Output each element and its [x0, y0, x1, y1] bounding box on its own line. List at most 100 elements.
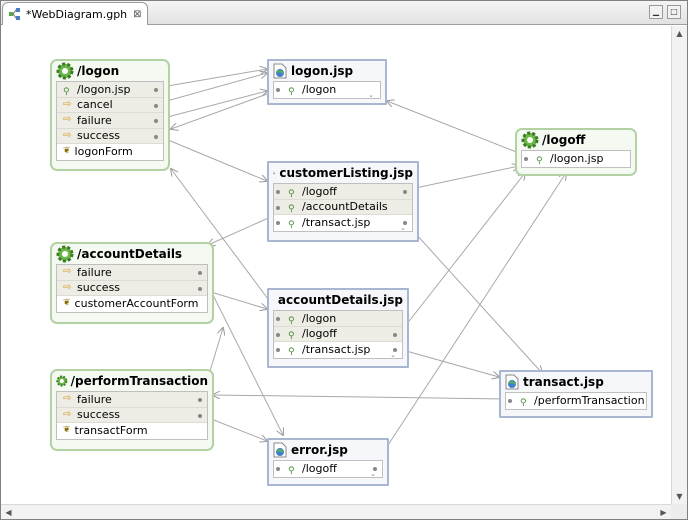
action-header: /accountDetails: [56, 244, 208, 264]
forward-row[interactable]: ⇨ cancel: [57, 97, 163, 113]
forward-arrow-icon: ⇨: [63, 281, 72, 293]
editor-tab-bar: *WebDiagram.gph ⊠ ▁ □: [1, 1, 687, 25]
forward-row[interactable]: ⇨ failure: [57, 392, 207, 408]
page-header: accountDetails.jsp: [273, 290, 403, 310]
minimize-button[interactable]: ▁: [649, 5, 663, 19]
connector-dot: [276, 348, 280, 352]
page-accountdetails-jsp[interactable]: accountDetails.jsp ⚲ /logon ⚲ /logoff ⚲ /tr…: [267, 288, 409, 368]
forward-arrow-icon: ⇨: [63, 114, 72, 126]
link-row[interactable]: ⚲ /logon: [274, 82, 380, 98]
chevron-down-icon[interactable]: ⌄: [390, 351, 396, 359]
link-row[interactable]: ⚲ /logoff: [274, 326, 402, 342]
row-label: success: [77, 129, 121, 143]
form-bean-icon: ❦: [63, 298, 71, 309]
forward-row[interactable]: ⇨ success: [57, 407, 207, 423]
web-page-icon: [273, 63, 287, 79]
row-label: failure: [77, 113, 112, 127]
action-performtransaction[interactable]: /performTransaction ⇨ failure ⇨ success ❦ t…: [50, 369, 214, 451]
page-customerlisting-jsp[interactable]: customerListing.jsp ⚲ /logoff ⚲ /accountDe…: [267, 161, 419, 242]
page-transact-jsp[interactable]: transact.jsp ⚲ /performTransaction: [499, 370, 653, 418]
connector-dot: [276, 221, 280, 225]
row-label: logonForm: [74, 145, 133, 159]
connector-dot: [154, 103, 158, 108]
diagram-editor: *WebDiagram.gph ⊠ ▁ □ /logon ⚲ /logon.js…: [0, 0, 688, 520]
connector-dot: [198, 398, 202, 402]
forward-row[interactable]: ⇨ success: [57, 128, 163, 144]
connector-dot: [508, 399, 512, 403]
row-label: /accountDetails: [302, 200, 388, 214]
scroll-left-icon[interactable]: ◀: [1, 505, 16, 520]
action-accountdetails[interactable]: /accountDetails ⇨ failure ⇨ success ❦ custo…: [50, 242, 214, 324]
horizontal-scrollbar[interactable]: ◀ ▶: [1, 504, 671, 519]
page-error-jsp[interactable]: error.jsp ⚲ /logoff ⌄: [267, 438, 389, 486]
action-logon[interactable]: /logon ⚲ /logon.jsp ⇨ cancel ⇨ failure ⇨ suc…: [50, 59, 170, 171]
connector-dot: [198, 413, 202, 418]
forward-row[interactable]: ⇨ failure: [57, 113, 163, 129]
gear-icon: [56, 62, 74, 80]
scroll-down-icon[interactable]: ▼: [672, 489, 687, 504]
link-row[interactable]: ⚲ /accountDetails: [274, 199, 412, 215]
action-title: /logon: [77, 64, 120, 78]
web-page-icon: [273, 171, 276, 175]
forward-arrow-icon: ⇨: [63, 393, 72, 405]
chevron-down-icon[interactable]: ⌄: [368, 91, 374, 99]
gear-icon: [521, 131, 539, 149]
link-row[interactable]: ⚲ /performTransaction: [506, 393, 646, 409]
forward-arrow-icon: ⇨: [63, 129, 72, 141]
link-row[interactable]: ⚲ /transact.jsp: [274, 342, 402, 358]
page-logon-jsp[interactable]: logon.jsp ⚲ /logon ⌄: [267, 59, 387, 105]
chevron-down-icon[interactable]: ⌄: [370, 470, 376, 478]
web-page-icon: [273, 442, 287, 458]
page-body: ⚲ /logoff ⚲ /accountDetails ⚲ /transact.jsp…: [273, 183, 413, 232]
row-label: failure: [77, 392, 112, 406]
connector-dot: [276, 467, 280, 471]
connector-dot: [276, 317, 280, 321]
row-label: cancel: [77, 98, 113, 112]
scroll-right-icon[interactable]: ▶: [656, 505, 671, 520]
wire-cust-logoff: [405, 166, 519, 191]
wire-transact-perform: [213, 395, 507, 400]
action-title: /logoff: [542, 133, 586, 147]
gear-icon: [56, 375, 68, 387]
connector-dot: [154, 119, 158, 123]
form-bean-row[interactable]: ❦ transactForm: [57, 423, 207, 439]
action-body: ⇨ failure ⇨ success ❦ customerAccountForm: [56, 264, 208, 313]
link-row[interactable]: ⚲ /transact.jsp: [274, 215, 412, 231]
link-row[interactable]: ⚲ /logon: [274, 311, 402, 327]
page-title: accountDetails.jsp: [277, 293, 403, 307]
chevron-down-icon[interactable]: ⌄: [400, 224, 406, 232]
close-tab-icon[interactable]: ⊠: [133, 9, 141, 20]
link-row[interactable]: ⚲ /logoff: [274, 184, 412, 200]
web-page-icon: [273, 299, 274, 301]
row-label: /logon.jsp: [77, 82, 131, 96]
wire-logon-cancel: [155, 73, 267, 105]
wire-adjsp-transact: [398, 348, 499, 377]
connector-dot: [393, 332, 397, 337]
action-title: /accountDetails: [77, 247, 183, 261]
vertical-scrollbar[interactable]: ▲ ▼: [671, 26, 687, 504]
link-icon: ⚲: [288, 347, 295, 358]
forward-row[interactable]: ⇨ failure: [57, 265, 207, 281]
tab-webdiagram[interactable]: *WebDiagram.gph ⊠: [2, 2, 148, 25]
action-logoff[interactable]: /logoff ⚲ /logon.jsp: [515, 128, 637, 176]
form-bean-row[interactable]: ❦ logonForm: [57, 144, 163, 160]
link-row[interactable]: ⚲ /logoff: [274, 461, 382, 477]
link-icon: ⚲: [520, 398, 527, 409]
forward-arrow-icon: ⇨: [63, 98, 72, 110]
connector-dot: [198, 286, 202, 291]
link-row[interactable]: ⚲ /logon.jsp: [57, 82, 163, 98]
row-label: /performTransaction: [534, 394, 645, 408]
page-title: logon.jsp: [291, 64, 354, 78]
link-row[interactable]: ⚲ /logon.jsp: [522, 151, 630, 167]
action-body: ⚲ /logon.jsp ⇨ cancel ⇨ failure ⇨ success ❦ l…: [56, 81, 164, 161]
page-header: customerListing.jsp: [273, 163, 413, 183]
forward-row[interactable]: ⇨ success: [57, 280, 207, 296]
form-bean-row[interactable]: ❦ customerAccountForm: [57, 296, 207, 312]
link-icon: ⚲: [288, 315, 295, 326]
connector-dot: [154, 88, 158, 92]
maximize-button[interactable]: □: [667, 5, 681, 19]
link-icon: ⚲: [288, 466, 295, 477]
connector-dot: [403, 190, 407, 194]
wire-logon-failure: [155, 91, 267, 121]
scroll-up-icon[interactable]: ▲: [672, 26, 687, 41]
